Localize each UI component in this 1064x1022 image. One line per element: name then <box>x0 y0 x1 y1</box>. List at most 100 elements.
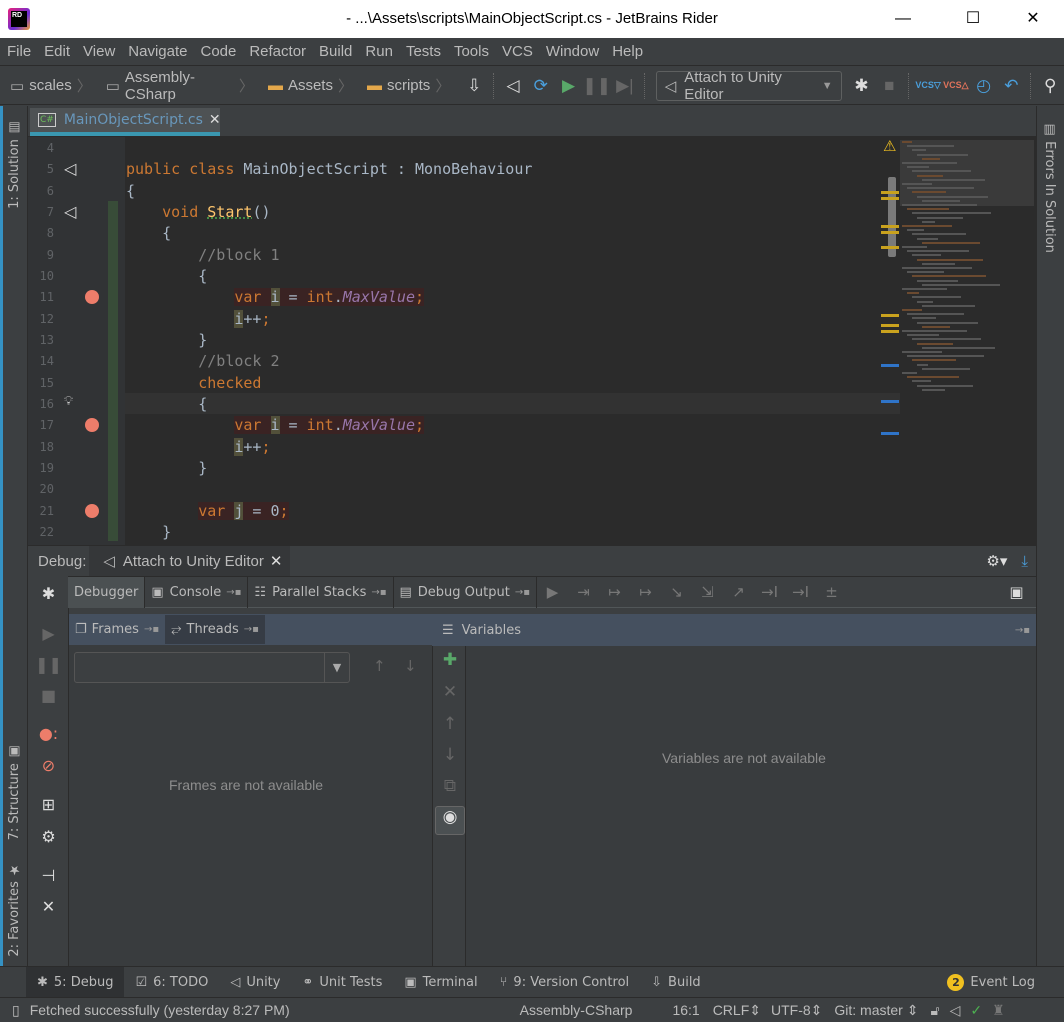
menu-build[interactable]: Build <box>312 38 358 60</box>
force-step-over-icon[interactable]: ⇲ <box>692 583 723 601</box>
code-line[interactable]: public class MainObjectScript : MonoBeha… <box>126 159 532 180</box>
menu-refactor[interactable]: Refactor <box>242 38 312 60</box>
menu-tests[interactable]: Tests <box>399 38 447 60</box>
menu-edit[interactable]: Edit <box>37 38 76 60</box>
vcs-update-icon[interactable]: VCS▽ <box>914 71 942 101</box>
step-over-icon[interactable]: ⇥ <box>568 583 599 601</box>
download-icon[interactable]: ⇩ <box>460 71 488 101</box>
tool-todo[interactable]: ☑ 6: TODO <box>124 967 219 997</box>
smart-step-icon[interactable]: ↘ <box>661 583 692 601</box>
code-line[interactable]: //block 2 <box>126 351 279 372</box>
file-encoding[interactable]: UTF-8⇕ <box>771 1002 822 1019</box>
editor-scrollbar[interactable] <box>888 177 896 257</box>
debug-session-tab[interactable]: ◁ Attach to Unity Editor ✕ <box>89 546 291 576</box>
breakpoint-icon[interactable] <box>85 503 99 518</box>
breadcrumb-scales[interactable]: ▭ scales 〉 <box>0 75 96 96</box>
add-watch-icon[interactable]: ✚ <box>433 650 467 670</box>
error-stripe-marker[interactable] <box>881 364 899 367</box>
pin-tab-icon[interactable]: →▪ <box>244 624 259 635</box>
code-line[interactable]: //block 1 <box>126 245 279 266</box>
previous-frame-icon[interactable]: ↑ <box>373 657 386 675</box>
menu-file[interactable]: File <box>0 38 37 60</box>
tab-console[interactable]: ▣ Console →▪ <box>145 576 249 608</box>
error-stripe-marker[interactable] <box>881 246 899 249</box>
tab-main-object-script[interactable]: C# MainObjectScript.cs ✕ <box>30 108 221 136</box>
run-to-cursor-icon[interactable]: →I <box>754 583 785 601</box>
unity-event-icon[interactable]: ◁ <box>64 202 76 221</box>
pause-icon[interactable]: ❚❚ <box>28 655 69 674</box>
tool-version-control[interactable]: ⑂ 9: Version Control <box>489 967 641 997</box>
refresh-icon[interactable]: ⟳ <box>527 71 555 101</box>
mute-breakpoints-icon[interactable]: ⊘ <box>28 756 69 775</box>
close-icon[interactable]: ✕ <box>28 897 69 916</box>
menu-help[interactable]: Help <box>605 38 649 60</box>
code-editor[interactable]: 4 5 ◁ 6 7 ◁ 8 9 10 11 12 13 14 15 16 💡︎ 17 18 19 20 21 22 pub… <box>28 137 1036 545</box>
inspector-icon[interactable]: ♜ <box>992 1002 1005 1019</box>
code-line[interactable]: { <box>126 266 207 287</box>
resume-icon[interactable]: ▶ <box>28 624 69 643</box>
unity-connection-icon[interactable]: ◁ <box>950 1002 961 1019</box>
line-separator[interactable]: CRLF⇕ <box>713 1002 761 1019</box>
pin-tab-icon[interactable]: →▪ <box>144 624 159 635</box>
code-line[interactable]: { <box>126 394 207 415</box>
tool-debug[interactable]: ✱ 5: Debug <box>26 967 125 997</box>
evaluate-expression-icon[interactable]: ± <box>816 583 847 601</box>
remove-watch-icon[interactable]: ✕ <box>433 682 467 702</box>
show-watches-icon[interactable]: ◉ <box>435 806 465 835</box>
pin-tab-icon[interactable]: →▪ <box>1015 625 1030 636</box>
error-stripe-marker[interactable] <box>881 231 899 234</box>
stop-icon[interactable]: ■ <box>28 686 69 705</box>
error-stripe-marker[interactable] <box>881 400 899 403</box>
unity-event-icon[interactable]: ◁ <box>64 159 76 178</box>
force-step-into-icon[interactable]: ↦ <box>630 583 661 601</box>
tool-unity[interactable]: ◁ Unity <box>219 967 291 997</box>
breakpoint-icon[interactable] <box>85 418 99 433</box>
code-line[interactable]: } <box>126 330 207 351</box>
menu-tools[interactable]: Tools <box>447 38 495 60</box>
thread-select[interactable]: ▼ <box>74 652 350 683</box>
run-icon[interactable]: ▶ <box>555 71 583 101</box>
code-line[interactable]: } <box>126 458 207 479</box>
code-line[interactable]: { <box>126 223 171 244</box>
close-tab-icon[interactable]: ✕ <box>209 112 221 128</box>
close-button[interactable]: ✕ <box>1010 0 1056 38</box>
memory-icon[interactable]: ▣ <box>1001 583 1032 601</box>
solution-tool-button[interactable]: 1: Solution ▤ <box>7 120 22 209</box>
settings-icon[interactable]: ⚙ <box>28 827 69 846</box>
breadcrumb-assets[interactable]: ▬ Assets 〉 <box>258 75 357 96</box>
move-down-icon[interactable]: ↓ <box>433 745 467 765</box>
move-up-icon[interactable]: ↑ <box>433 714 467 734</box>
pause-icon[interactable]: ❚❚ <box>582 71 611 101</box>
structure-tool-button[interactable]: 7: Structure ▣ <box>7 744 22 840</box>
breakpoint-icon[interactable] <box>85 290 99 305</box>
check-icon[interactable]: ✓ <box>970 1002 982 1019</box>
chevron-down-icon[interactable]: ▼ <box>324 653 349 682</box>
duplicate-watch-icon[interactable]: ⧉ <box>433 776 467 796</box>
show-execution-point-icon[interactable]: ▶ <box>537 583 568 601</box>
tool-unit-tests[interactable]: ⚭ Unit Tests <box>291 967 393 997</box>
code-line[interactable]: { <box>126 181 135 202</box>
tab-debugger[interactable]: Debugger <box>68 576 146 608</box>
tab-debug-output[interactable]: ▤ Debug Output →▪ <box>394 576 537 608</box>
step-out-icon[interactable]: ↗ <box>723 583 754 601</box>
caret-position[interactable]: 16:1 <box>672 1002 699 1018</box>
vcs-commit-icon[interactable]: VCS△ <box>942 71 970 101</box>
pin-tab-icon[interactable]: →▪ <box>226 587 241 598</box>
hide-panel-icon[interactable]: ⤓ <box>1021 553 1028 570</box>
favorites-tool-button[interactable]: 2: Favorites ★ <box>7 862 22 957</box>
pin-tab-icon[interactable]: →▪ <box>515 587 530 598</box>
error-stripe-marker[interactable] <box>881 197 899 200</box>
layout-icon[interactable]: ⊞ <box>28 795 69 814</box>
code-line[interactable]: i++; <box>126 437 271 458</box>
pin-icon[interactable]: ⊣ <box>28 866 69 885</box>
error-stripe-marker[interactable] <box>881 324 899 327</box>
debug-icon[interactable]: ✱ <box>848 71 876 101</box>
tool-event-log[interactable]: 2 Event Log <box>936 967 1046 997</box>
menu-run[interactable]: Run <box>358 38 399 60</box>
pin-tab-icon[interactable]: →▪ <box>371 587 386 598</box>
error-stripe-marker[interactable] <box>881 191 899 194</box>
menu-vcs[interactable]: VCS <box>495 38 539 60</box>
toggle-tool-windows-icon[interactable]: ▯ <box>12 1002 20 1019</box>
status-message[interactable]: Fetched successfully (yesterday 8:27 PM) <box>30 1002 290 1018</box>
breadcrumb-assembly[interactable]: ▭ Assembly-CSharp 〉 <box>96 69 258 103</box>
